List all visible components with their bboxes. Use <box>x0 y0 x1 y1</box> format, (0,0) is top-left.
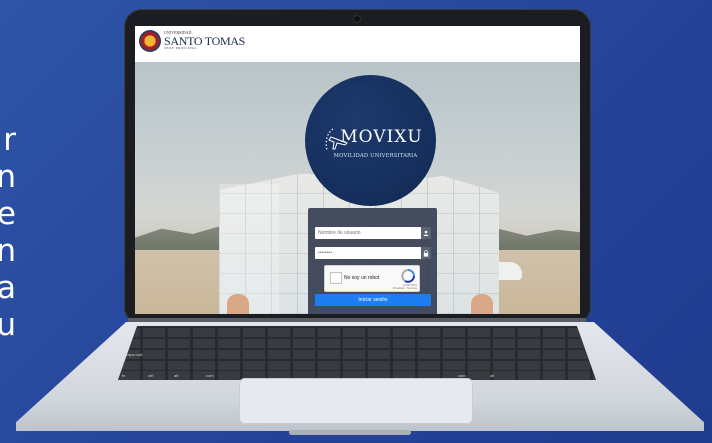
key-row <box>118 361 596 370</box>
recaptcha-footer: reCAPTCHA Privacidad - Términos <box>393 284 417 290</box>
side-letter: n <box>0 233 16 269</box>
username-field[interactable] <box>315 227 431 239</box>
brand-title: MOVIXU <box>340 126 423 147</box>
airplane-icon <box>325 128 348 152</box>
cmd-key[interactable]: com <box>206 373 214 378</box>
recaptcha-terms[interactable]: Privacidad - Términos <box>393 287 417 290</box>
password-field[interactable] <box>315 247 431 259</box>
brand-circle: MOVIXU MOVILIDAD UNIVERSITARIA <box>305 75 436 206</box>
alt-key[interactable]: alt <box>174 373 178 378</box>
recaptcha-icon <box>401 269 415 283</box>
side-letter: r <box>3 122 16 158</box>
side-letters: r n e n a u <box>0 122 16 344</box>
password-input[interactable] <box>315 248 418 258</box>
logo-text: UNIVERSIDAD SANTO TOMAS SEDE PRINCIPAL <box>164 31 245 51</box>
right-hand <box>471 294 493 314</box>
laptop-front-notch <box>289 430 411 435</box>
login-panel: No soy un robot reCAPTCHA Privacidad - T… <box>308 208 437 314</box>
fn-key[interactable]: fn <box>122 373 125 378</box>
recaptcha-label: No soy un robot <box>344 275 380 281</box>
user-icon <box>421 227 431 239</box>
trackpad[interactable] <box>239 378 473 424</box>
laptop-lid: UNIVERSIDAD SANTO TOMAS SEDE PRINCIPAL M… <box>124 9 591 325</box>
key-row <box>118 339 596 348</box>
side-letter: u <box>0 307 16 343</box>
laptop-screen: UNIVERSIDAD SANTO TOMAS SEDE PRINCIPAL M… <box>135 26 580 314</box>
keyboard: caps lock fn ctrl alt com com alt <box>118 326 596 380</box>
caps-lock-key[interactable]: caps lock <box>126 352 143 357</box>
site-header: UNIVERSIDAD SANTO TOMAS SEDE PRINCIPAL <box>135 26 580 63</box>
camera-icon <box>354 16 360 22</box>
map-fold <box>219 184 279 314</box>
university-seal-icon <box>139 30 161 52</box>
lock-icon <box>421 247 431 259</box>
login-button[interactable]: Iniciar sesión <box>315 294 431 306</box>
recaptcha-checkbox[interactable] <box>330 272 342 284</box>
username-input[interactable] <box>315 228 418 238</box>
logo-sub-text: SEDE PRINCIPAL <box>164 46 197 51</box>
side-letter: a <box>0 270 16 306</box>
recaptcha-widget: No soy un robot reCAPTCHA Privacidad - T… <box>324 265 420 292</box>
key-row <box>118 350 596 359</box>
ctrl-key[interactable]: ctrl <box>148 373 153 378</box>
side-letter: e <box>0 196 16 232</box>
university-logo[interactable]: UNIVERSIDAD SANTO TOMAS SEDE PRINCIPAL <box>139 30 245 52</box>
left-hand <box>227 294 249 314</box>
hero-background: MOVIXU MOVILIDAD UNIVERSITARIA Nombre de… <box>135 62 580 314</box>
alt-right-key[interactable]: alt <box>490 373 494 378</box>
side-letter: n <box>0 159 16 195</box>
key-row <box>118 328 596 337</box>
